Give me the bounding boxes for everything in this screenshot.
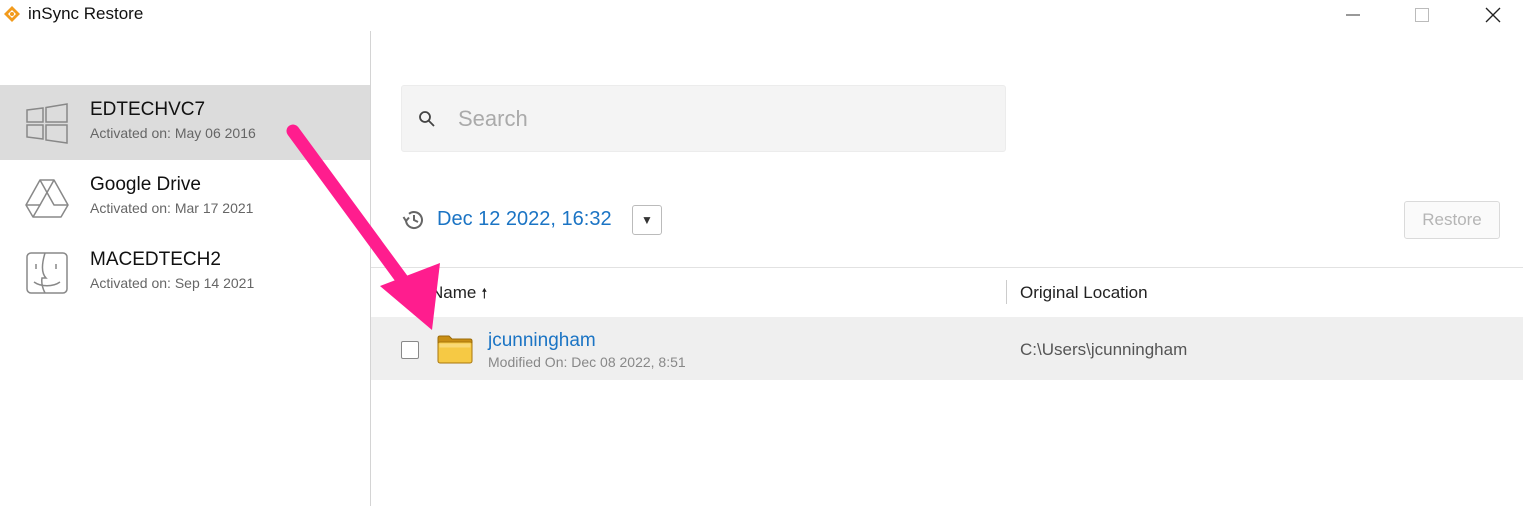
search-icon bbox=[419, 111, 435, 127]
column-divider[interactable] bbox=[1006, 280, 1007, 304]
source-activated-date: Activated on: Sep 14 2021 bbox=[90, 275, 255, 291]
mac-finder-icon bbox=[26, 252, 68, 294]
column-name-label: Name bbox=[431, 283, 477, 302]
source-name: Google Drive bbox=[90, 174, 201, 195]
file-name-link[interactable]: jcunningham bbox=[488, 330, 596, 352]
window-title: inSync Restore bbox=[28, 4, 144, 23]
source-item-google-drive[interactable]: Google Drive Activated on: Mar 17 2021 bbox=[0, 160, 370, 235]
windows-icon bbox=[26, 103, 68, 144]
table-row[interactable]: jcunningham Modified On: Dec 08 2022, 8:… bbox=[371, 317, 1523, 380]
maximize-icon bbox=[1415, 8, 1429, 22]
minimize-icon bbox=[1346, 14, 1360, 16]
column-header-name[interactable]: Name 🠕 bbox=[431, 283, 487, 307]
source-activated-date: Activated on: Mar 17 2021 bbox=[90, 200, 254, 216]
search-input[interactable] bbox=[456, 100, 980, 138]
file-original-location: C:\Users\jcunningham bbox=[1020, 340, 1188, 359]
source-name: MACEDTECH2 bbox=[90, 249, 221, 270]
insync-logo-icon bbox=[4, 6, 20, 22]
sort-ascending-icon: 🠕 bbox=[481, 285, 488, 301]
close-button[interactable] bbox=[1470, 0, 1516, 30]
source-activated-date: Activated on: May 06 2016 bbox=[90, 125, 256, 141]
close-icon bbox=[1485, 7, 1501, 23]
google-drive-icon bbox=[25, 179, 69, 218]
chevron-down-icon: ▼ bbox=[641, 213, 653, 227]
row-checkbox[interactable] bbox=[401, 341, 419, 359]
restore-button[interactable]: Restore bbox=[1404, 201, 1500, 239]
source-name: EDTECHVC7 bbox=[90, 99, 206, 120]
source-item-macedtech2[interactable]: MACEDTECH2 Activated on: Sep 14 2021 bbox=[0, 235, 370, 310]
title-bar: inSync Restore bbox=[0, 0, 1523, 30]
column-header-original-location[interactable]: Original Location bbox=[1020, 283, 1148, 303]
history-icon bbox=[402, 211, 423, 229]
minimize-button[interactable] bbox=[1330, 0, 1376, 30]
table-header: Name 🠕 Original Location bbox=[371, 267, 1523, 318]
select-all-checkbox[interactable] bbox=[401, 284, 419, 302]
file-modified-date: Modified On: Dec 08 2022, 8:51 bbox=[488, 354, 686, 370]
folder-icon bbox=[437, 335, 473, 364]
search-box[interactable] bbox=[401, 85, 1006, 152]
source-item-edtechvc7[interactable]: EDTECHVC7 Activated on: May 06 2016 bbox=[0, 85, 370, 160]
maximize-button[interactable] bbox=[1399, 0, 1445, 30]
snapshot-dropdown-button[interactable]: ▼ bbox=[632, 205, 662, 235]
snapshot-date[interactable]: Dec 12 2022, 16:32 bbox=[437, 208, 612, 231]
source-sidebar: EDTECHVC7 Activated on: May 06 2016 Goog… bbox=[0, 31, 371, 506]
